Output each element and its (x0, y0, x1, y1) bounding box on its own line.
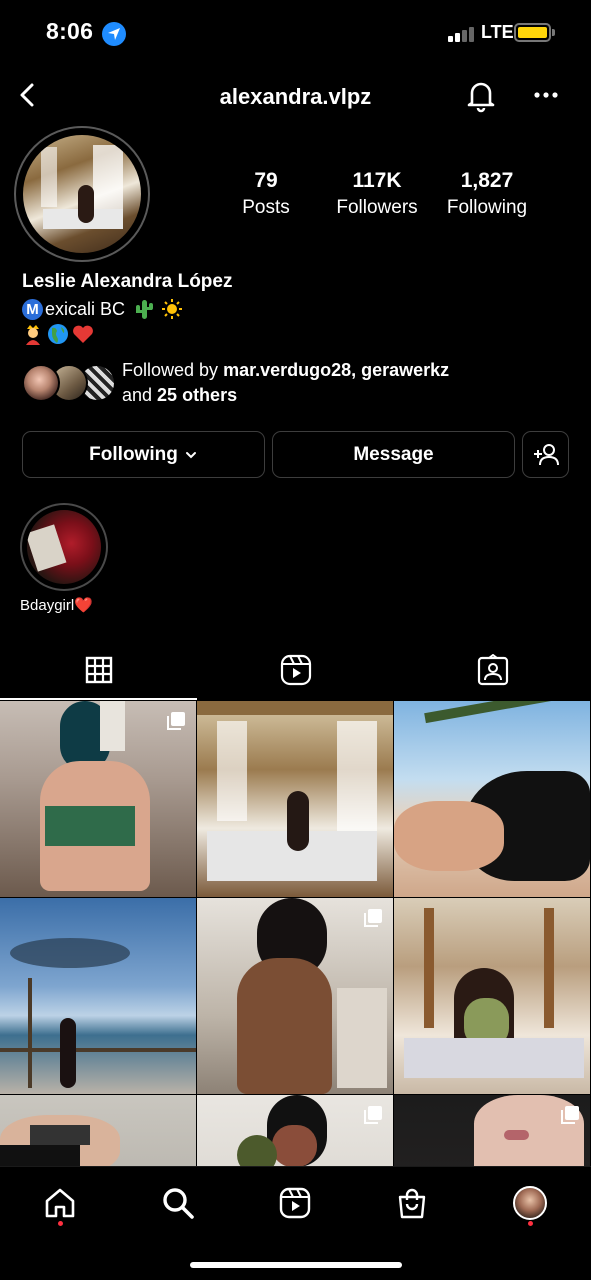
network-type: LTE (481, 22, 514, 42)
grid-post[interactable] (0, 1095, 196, 1167)
woman-with-crown-emoji-icon (22, 323, 44, 345)
bio-location: exicali BC (45, 298, 126, 319)
highlight-cover (27, 510, 101, 584)
following-label: Following (446, 197, 528, 218)
grid-post[interactable] (197, 701, 393, 897)
followed-by-prefix: Followed by (122, 360, 224, 380)
mutual-followers-avatars[interactable] (22, 364, 116, 404)
home-icon (45, 1188, 75, 1218)
profile-tabs (0, 640, 591, 700)
active-tab-indicator (0, 698, 197, 700)
chevron-down-icon (185, 451, 196, 458)
posts-count: 79 (254, 169, 278, 192)
tab-reels[interactable] (197, 640, 394, 700)
nav-home[interactable] (38, 1181, 82, 1225)
following-stat[interactable]: 1,827 Following (440, 170, 534, 221)
followers-count: 117K (352, 169, 402, 192)
followed-by-and: and (122, 385, 158, 405)
following-button[interactable]: Following (22, 431, 265, 478)
bio-line-1: M exicali BC (22, 297, 183, 321)
sun-emoji-icon (161, 298, 183, 320)
status-time: 8:06 (46, 18, 94, 44)
battery-icon (514, 23, 555, 42)
grid-post[interactable] (394, 701, 590, 897)
posts-stat[interactable]: 79 Posts (228, 170, 304, 221)
profile-full-name: Leslie Alexandra López (22, 271, 233, 292)
multiple-photos-icon (167, 712, 185, 730)
bio-line-2 (22, 322, 94, 346)
grid-post[interactable] (197, 1095, 393, 1167)
reels-icon (280, 654, 311, 686)
profile-avatar[interactable] (14, 126, 150, 262)
following-count: 1,827 (460, 169, 514, 192)
reels-icon (279, 1187, 311, 1219)
nav-shop[interactable] (390, 1181, 434, 1225)
nav-search[interactable] (156, 1181, 200, 1225)
tab-posts-grid[interactable] (0, 640, 197, 700)
multiple-photos-icon (364, 909, 382, 927)
globe-emoji-icon (47, 323, 69, 345)
bell-icon[interactable] (462, 76, 500, 114)
story-highlight[interactable] (20, 503, 108, 591)
grid-icon (85, 656, 112, 684)
grid-post[interactable] (0, 701, 196, 897)
tab-tagged[interactable] (394, 640, 591, 700)
profile-photo (23, 135, 141, 253)
posts-label: Posts (242, 197, 290, 218)
grid-post[interactable] (0, 898, 196, 1094)
message-button[interactable]: Message (272, 431, 515, 478)
home-indicator (190, 1262, 402, 1268)
profile-avatar-icon (513, 1186, 547, 1220)
shop-bag-icon (398, 1188, 426, 1219)
grid-post[interactable] (197, 898, 393, 1094)
highlight-label: Bdaygirl❤️ (20, 597, 93, 614)
profile-header: alexandra.vlpz (0, 70, 591, 122)
nav-reels[interactable] (273, 1181, 317, 1225)
more-options-icon[interactable] (528, 80, 564, 110)
followers-stat[interactable]: 117K Followers (330, 170, 424, 221)
avatar (22, 364, 60, 402)
location-arrow-icon (102, 22, 126, 46)
followed-by-others[interactable]: 25 others (157, 385, 237, 405)
profile-username: alexandra.vlpz (219, 84, 372, 109)
followed-by-text[interactable]: Followed by mar.verdugo28, gerawerkz and… (122, 358, 449, 408)
followed-by-names[interactable]: mar.verdugo28, gerawerkz (223, 360, 449, 380)
m-badge: M (22, 298, 43, 320)
message-button-label: Message (353, 443, 434, 465)
nav-profile[interactable] (508, 1181, 552, 1225)
grid-post[interactable] (394, 898, 590, 1094)
status-bar: 8:06 LTE (0, 0, 591, 68)
grid-post[interactable] (394, 1095, 590, 1167)
following-button-label: Following (89, 443, 178, 465)
add-person-icon (533, 443, 559, 465)
cellular-signal-icon (448, 26, 476, 42)
suggested-accounts-button[interactable] (522, 431, 569, 478)
home-notification-dot (58, 1221, 63, 1226)
profile-notification-dot (528, 1221, 533, 1226)
multiple-photos-icon (364, 1106, 382, 1124)
posts-grid (0, 701, 591, 1167)
multiple-photos-icon (561, 1106, 579, 1124)
followers-label: Followers (336, 197, 418, 218)
tagged-icon (477, 654, 508, 686)
search-icon (163, 1188, 194, 1219)
red-heart-emoji-icon (72, 323, 94, 345)
cactus-emoji-icon (133, 298, 155, 320)
